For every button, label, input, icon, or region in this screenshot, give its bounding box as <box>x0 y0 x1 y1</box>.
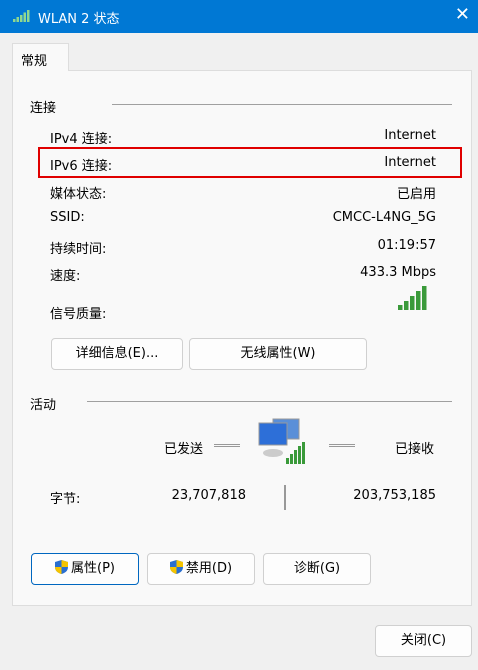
wireless-properties-button[interactable]: 无线属性(W) <box>189 338 367 370</box>
activity-heading: 活动 <box>30 398 57 413</box>
ssid-label: SSID: <box>50 210 85 225</box>
uac-shield-icon <box>169 560 183 574</box>
divider <box>87 401 452 402</box>
properties-label: 属性(P) <box>71 561 115 576</box>
sent-label: 已发送 <box>164 442 204 457</box>
media-state-label: 媒体状态: <box>50 187 107 202</box>
duration-value: 01:19:57 <box>377 238 436 253</box>
ipv4-label: IPv4 连接: <box>50 132 113 147</box>
ipv4-value: Internet <box>384 128 436 143</box>
speed-label: 速度: <box>50 269 81 284</box>
close-button[interactable]: 关闭(C) <box>375 625 472 657</box>
title-bar: WLAN 2 状态 ✕ <box>0 0 478 33</box>
signal-strength-icon <box>398 286 427 310</box>
speed-value: 433.3 Mbps <box>360 265 436 280</box>
signal-quality-label: 信号质量: <box>50 307 107 322</box>
divider <box>112 104 452 105</box>
sent-line <box>214 444 240 447</box>
ipv6-label: IPv6 连接: <box>50 159 113 174</box>
uac-shield-icon <box>55 560 68 574</box>
window-title: WLAN 2 状态 <box>38 12 120 27</box>
disable-label: 禁用(D) <box>185 561 233 576</box>
bytes-received: 203,753,185 <box>353 488 436 503</box>
diagnose-button[interactable]: 诊断(G) <box>263 553 371 585</box>
ssid-value: CMCC-L4NG_5G <box>332 210 436 225</box>
tab-general[interactable]: 常规 <box>12 43 69 71</box>
connection-heading: 连接 <box>30 101 57 116</box>
bytes-label: 字节: <box>50 492 81 507</box>
wifi-signal-icon <box>13 10 30 22</box>
disable-button[interactable]: 禁用(D) <box>147 553 255 585</box>
received-line <box>329 444 355 447</box>
duration-label: 持续时间: <box>50 242 107 257</box>
ipv6-value: Internet <box>384 155 436 170</box>
media-state-value: 已启用 <box>396 187 436 202</box>
properties-button[interactable]: 属性(P) <box>31 553 139 585</box>
details-button[interactable]: 详细信息(E)... <box>51 338 183 370</box>
network-computers-icon <box>258 418 305 464</box>
bytes-sent: 23,707,818 <box>171 488 246 503</box>
received-label: 已接收 <box>394 442 434 457</box>
close-window-button[interactable]: ✕ <box>455 4 470 25</box>
divider <box>284 485 286 510</box>
